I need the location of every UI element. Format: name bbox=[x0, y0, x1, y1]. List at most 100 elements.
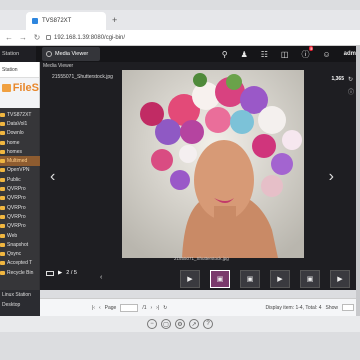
first-page-icon[interactable]: |‹ bbox=[92, 305, 95, 311]
tree-item-label: QVRPro bbox=[7, 195, 26, 202]
tree-item-label: Multimed bbox=[7, 158, 28, 165]
notification-icon[interactable]: ⓘ 5 bbox=[301, 45, 314, 60]
account-icon[interactable]: ☺ bbox=[322, 50, 330, 59]
tree-item-label: home bbox=[7, 139, 20, 146]
reload-icon[interactable]: ↻ bbox=[32, 33, 42, 43]
sidebar-bottom-item[interactable]: Desktop bbox=[0, 300, 40, 310]
page-scrollbar[interactable] bbox=[356, 46, 360, 316]
address-bar: ← → ↻ 192.168.1.39:8080/cgi-bin/ bbox=[0, 30, 360, 46]
thumbnail[interactable]: ▣ bbox=[210, 270, 230, 288]
external-device-icon[interactable]: ◫ bbox=[281, 50, 289, 59]
minimize-icon[interactable]: − bbox=[147, 319, 157, 329]
next-page-icon[interactable]: › bbox=[151, 305, 153, 311]
tree-item[interactable]: Web bbox=[0, 231, 40, 240]
thumbnail-grid-icon[interactable] bbox=[46, 270, 54, 276]
next-arrow-icon[interactable]: › bbox=[329, 168, 334, 186]
prev-page-icon[interactable]: ‹ bbox=[99, 305, 101, 311]
settings-icon[interactable]: ⚙ bbox=[175, 319, 185, 329]
folder-icon bbox=[0, 168, 5, 173]
thumbnail[interactable]: ▣ bbox=[300, 270, 320, 288]
qts-top-bar: Station Media Viewer ⚲ ♟ ☷ ◫ ⓘ 5 ☺ adm bbox=[0, 45, 360, 62]
tree-item-label: Snapshot bbox=[7, 241, 29, 248]
search-icon[interactable]: ⚲ bbox=[222, 50, 228, 59]
thumbnail[interactable]: ▣ bbox=[240, 270, 260, 288]
user-icon[interactable]: ♟ bbox=[241, 50, 248, 59]
sidebar-bottom-item[interactable]: Linux Station bbox=[0, 290, 40, 300]
tree-item[interactable]: QVRPro bbox=[0, 203, 40, 212]
image-icon: ▣ bbox=[306, 276, 314, 283]
browser-tab-bar: TVS872XT + bbox=[0, 10, 360, 30]
show-label: Show bbox=[325, 304, 338, 311]
tree-item[interactable]: Qsync bbox=[0, 249, 40, 258]
restore-icon[interactable]: ▢ bbox=[161, 319, 171, 329]
folder-icon bbox=[0, 270, 5, 275]
desktop-label: Desktop bbox=[2, 302, 21, 308]
tree-item[interactable]: TVS872XT bbox=[0, 110, 40, 119]
top-icons: ⚲ ♟ ☷ ◫ ⓘ 5 ☺ adm bbox=[222, 45, 360, 62]
sidebar-top-label: Station bbox=[0, 62, 39, 78]
folder-icon bbox=[0, 205, 5, 210]
tree-item[interactable]: QVRPro bbox=[0, 184, 40, 193]
pagination-bar: |‹ ‹ Page /1 › ›| ↻ Display item: 1-4, T… bbox=[40, 298, 360, 316]
tree-item[interactable]: QVRPro bbox=[0, 194, 40, 203]
viewer-title: Media Viewer bbox=[43, 63, 74, 69]
back-icon[interactable]: ← bbox=[4, 33, 14, 43]
last-page-icon[interactable]: ›| bbox=[156, 305, 159, 311]
background-tasks-icon[interactable]: ☷ bbox=[261, 50, 268, 59]
folder-tree: TVS872XT DataVol1 Downlo home homes Multimed O… bbox=[0, 108, 40, 277]
new-tab-button[interactable]: + bbox=[112, 15, 117, 25]
folder-icon bbox=[0, 140, 5, 145]
tree-item[interactable]: QVRPro bbox=[0, 222, 40, 231]
rotate-icon[interactable]: ↻ bbox=[348, 76, 354, 83]
sidebar-bottom: Linux Station Desktop bbox=[0, 290, 40, 316]
thumbnail[interactable]: ▶ bbox=[180, 270, 200, 288]
station-tab[interactable]: Station bbox=[0, 46, 36, 62]
photo-image bbox=[122, 70, 304, 258]
folder-icon bbox=[0, 196, 5, 201]
thumbnail[interactable]: ▶ bbox=[330, 270, 350, 288]
image-icon: ▣ bbox=[246, 276, 254, 283]
page-total-label: /1 bbox=[142, 304, 147, 311]
viewer-controls: ▶ 2 / 5 bbox=[46, 270, 77, 276]
show-count-select[interactable] bbox=[342, 304, 354, 311]
thumbnail[interactable]: ▶ bbox=[270, 270, 290, 288]
tree-item-label: DataVol1 bbox=[7, 120, 28, 127]
url-field[interactable]: 192.168.1.39:8080/cgi-bin/ bbox=[46, 32, 340, 44]
user-name[interactable]: adm bbox=[344, 51, 356, 57]
refresh-icon[interactable]: ↻ bbox=[163, 305, 167, 311]
folder-icon bbox=[0, 149, 5, 154]
previous-arrow-icon[interactable]: ‹ bbox=[50, 168, 55, 186]
media-viewer-window: Media Viewer 21555071_Shutterstock.jpg 1… bbox=[40, 62, 360, 290]
tree-item[interactable]: Accepted T bbox=[0, 259, 40, 268]
photo-counter: 2 / 5 bbox=[66, 270, 77, 276]
info-icon[interactable]: ⓘ bbox=[348, 87, 354, 96]
page-input[interactable] bbox=[120, 303, 139, 312]
tree-item[interactable]: QVRPro bbox=[0, 212, 40, 221]
tree-item[interactable]: OpenVPN bbox=[0, 166, 40, 175]
tree-item-label: QVRPro bbox=[7, 186, 26, 193]
play-slideshow-icon[interactable]: ▶ bbox=[58, 270, 62, 276]
tree-item[interactable]: DataVol1 bbox=[0, 119, 40, 128]
bottom-toolbar: − ▢ ⚙ ↗ ? bbox=[0, 316, 360, 332]
tree-item[interactable]: Snapshot bbox=[0, 240, 40, 249]
photo-caption: 21555071_Shutterstock.jpg bbox=[174, 256, 229, 261]
tree-item[interactable]: Downlo bbox=[0, 129, 40, 138]
tree-item-label: homes bbox=[7, 148, 23, 155]
play-icon: ▶ bbox=[277, 276, 283, 283]
tree-item[interactable]: Public bbox=[0, 175, 40, 184]
forward-icon[interactable]: → bbox=[18, 33, 28, 43]
browser-tab[interactable]: TVS872XT bbox=[26, 12, 106, 30]
pager-right: Display item: 1-4, Total: 4 Show bbox=[265, 304, 354, 311]
tree-item[interactable]: home bbox=[0, 138, 40, 147]
tree-item[interactable]: Recycle Bin bbox=[0, 268, 40, 277]
tree-item[interactable]: homes bbox=[0, 147, 40, 156]
share-icon[interactable]: ↗ bbox=[189, 319, 199, 329]
help-icon[interactable]: ? bbox=[203, 319, 213, 329]
tree-item[interactable]: Multimed bbox=[0, 156, 40, 166]
tree-item-label: TVS872XT bbox=[7, 111, 32, 118]
media-viewer-tab[interactable]: Media Viewer bbox=[42, 47, 100, 61]
image-icon: ▣ bbox=[216, 276, 224, 283]
folder-icon bbox=[0, 187, 5, 192]
favicon-icon bbox=[32, 18, 38, 24]
strip-previous-icon[interactable]: ‹ bbox=[100, 274, 102, 281]
